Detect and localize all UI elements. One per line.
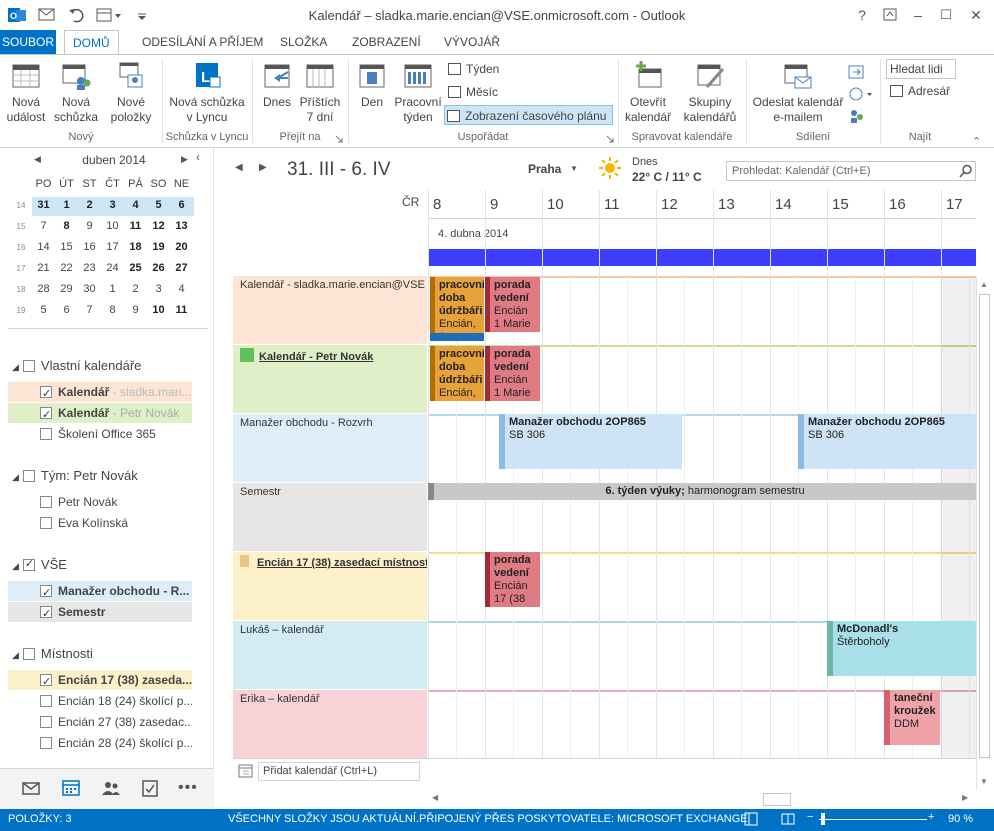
avatar xyxy=(240,348,254,362)
event-title: taneční kroužek xyxy=(894,692,936,717)
zoom-slider-thumb[interactable] xyxy=(821,813,825,825)
add-calendar-input[interactable]: Přidat kalendář (Ctrl+L) xyxy=(258,762,420,781)
scroll-left-icon[interactable]: ◀ xyxy=(432,793,438,802)
horizontal-scroll-thumb[interactable] xyxy=(763,793,791,806)
event-title: pracovní doba údržbáři xyxy=(439,279,484,317)
event-mcdonalds[interactable]: McDonadl's Štěrboholy xyxy=(827,621,976,676)
row-label-text: Erika – kalendář xyxy=(240,693,320,705)
event-title: 6. týden výuky; xyxy=(605,485,685,497)
event-meeting[interactable]: porada vedení Encián 1 Marie xyxy=(485,346,540,401)
hour-label: 14 xyxy=(775,196,792,213)
hour-label: 9 xyxy=(490,196,499,213)
hour-gridline xyxy=(713,190,714,758)
event-title: porada vedení xyxy=(494,348,531,373)
room-icon xyxy=(240,555,249,567)
half-hour-gridline xyxy=(912,277,913,758)
hour-label: 10 xyxy=(547,196,564,213)
calendar-row-label[interactable]: Kalendář - sladka.marie.encian@VSE xyxy=(233,276,427,344)
hour-gridline xyxy=(485,190,486,758)
event-location: Encián, 1 xyxy=(439,387,476,401)
hour-label: 17 xyxy=(946,196,963,213)
event-location: DDM xyxy=(894,718,920,730)
event-meeting[interactable]: porada vedení Encián 1 Marie xyxy=(485,277,540,332)
event-manager-class[interactable]: Manažer obchodu 2OP865 SB 306 xyxy=(798,414,976,469)
calendar-row-label[interactable]: Encián 17 (38) zasedací místnost xyxy=(233,552,427,620)
row-label-text: Kalendář - sladka.marie.encian@VSE xyxy=(240,279,425,291)
scroll-right-icon[interactable]: ▶ xyxy=(962,793,968,802)
event-location: SB 306 xyxy=(509,429,546,441)
event-title: Manažer obchodu 2OP865 xyxy=(509,416,646,428)
calendar-row-label[interactable]: Manažer obchodu - Rozvrh xyxy=(233,414,427,482)
half-hour-gridline xyxy=(684,277,685,758)
hour-label: 12 xyxy=(661,196,678,213)
busy-strip xyxy=(430,333,484,341)
row-label-text: Encián 17 (38) zasedací místnost xyxy=(257,557,427,569)
half-hour-gridline xyxy=(855,277,856,758)
scroll-down-icon[interactable]: ▼ xyxy=(980,777,988,786)
event-maintenance[interactable]: pracovní doba údržbářiEncián, 1 xyxy=(430,346,484,401)
half-hour-gridline xyxy=(627,277,628,758)
reading-view-icon[interactable] xyxy=(781,812,795,826)
calendar-row-label[interactable]: Kalendář - Petr Novák xyxy=(233,345,427,413)
event-title: Manažer obchodu 2OP865 xyxy=(808,416,945,428)
event-dance[interactable]: taneční kroužek DDM xyxy=(884,690,940,745)
items-count: POLOŽKY: 3 xyxy=(8,813,72,825)
sync-status: VŠECHNY SLOŽKY JSOU AKTUÁLNÍ. xyxy=(228,813,419,825)
add-calendar-icon xyxy=(238,764,254,778)
event-subtitle: harmonogram semestru xyxy=(684,485,805,497)
event-maintenance[interactable]: pracovní doba údržbářiEncián, 1 xyxy=(430,277,484,339)
event-location: Štěrboholy xyxy=(837,636,890,648)
calendar-row-label[interactable]: Erika – kalendář xyxy=(233,690,427,758)
hour-gridline xyxy=(599,190,600,758)
horizontal-scrollbar[interactable] xyxy=(428,792,976,807)
scroll-up-icon[interactable]: ▲ xyxy=(980,280,988,289)
hour-gridline xyxy=(542,190,543,758)
row-label-text: Semestr xyxy=(240,486,281,498)
event-title: porada vedení xyxy=(494,554,531,579)
event-title: McDonadl's xyxy=(837,623,899,635)
date-label: 4. dubna 2014 xyxy=(438,228,509,240)
half-hour-gridline xyxy=(798,277,799,758)
event-meeting-room[interactable]: porada vedení Encián 17 (38 xyxy=(485,552,540,607)
event-title: porada vedení xyxy=(494,279,531,304)
timezone-label: ČR xyxy=(402,195,420,209)
zoom-in-button[interactable]: + xyxy=(928,811,934,823)
hour-gridline xyxy=(770,190,771,758)
normal-view-icon[interactable] xyxy=(744,812,758,826)
calendar-row-label[interactable]: Lukáš – kalendář xyxy=(233,621,427,689)
row-label-text: Lukáš – kalendář xyxy=(240,624,324,636)
connection-status: PŘIPOJENÝ PŘES POSKYTOVATELE: MICROSOFT … xyxy=(419,813,748,825)
zoom-slider[interactable] xyxy=(819,819,927,820)
half-hour-gridline xyxy=(741,277,742,758)
zoom-out-button[interactable]: − xyxy=(807,811,813,823)
vertical-scroll-thumb[interactable] xyxy=(979,294,990,758)
hour-label: 15 xyxy=(832,196,849,213)
hour-label: 13 xyxy=(718,196,735,213)
zoom-level[interactable]: 90 % xyxy=(948,813,973,825)
hour-label: 11 xyxy=(604,196,620,213)
event-title: pracovní doba údržbáři xyxy=(439,348,484,386)
hour-label: 16 xyxy=(889,196,906,213)
row-label-text: Manažer obchodu - Rozvrh xyxy=(240,417,373,429)
event-semestr[interactable]: 6. týden výuky; harmonogram semestru xyxy=(428,483,976,500)
hour-gridline xyxy=(656,190,657,758)
event-location: Encián 17 (38 xyxy=(494,580,528,605)
non-working-hours-shade xyxy=(941,277,976,758)
event-manager-class[interactable]: Manažer obchodu 2OP865 SB 306 xyxy=(499,414,682,469)
divider xyxy=(428,218,976,219)
row-label-text: Kalendář - Petr Novák xyxy=(259,351,374,363)
hour-gridline xyxy=(428,190,429,758)
schedule-grid: ČR 4. dubna 2014 8 9 10 11 12 13 14 15 16 17 Kale… xyxy=(0,0,994,809)
half-hour-gridline xyxy=(570,277,571,758)
hour-label: 8 xyxy=(433,196,442,213)
status-bar: POLOŽKY: 3 VŠECHNY SLOŽKY JSOU AKTUÁLNÍ.… xyxy=(0,809,994,831)
free-busy-bar xyxy=(428,249,976,266)
divider xyxy=(233,758,976,759)
event-location: SB 306 xyxy=(808,429,845,441)
event-location: Encián 1 Marie xyxy=(494,305,531,330)
calendar-row-label[interactable]: Semestr xyxy=(233,483,427,551)
event-location: Encián 1 Marie xyxy=(494,374,531,399)
